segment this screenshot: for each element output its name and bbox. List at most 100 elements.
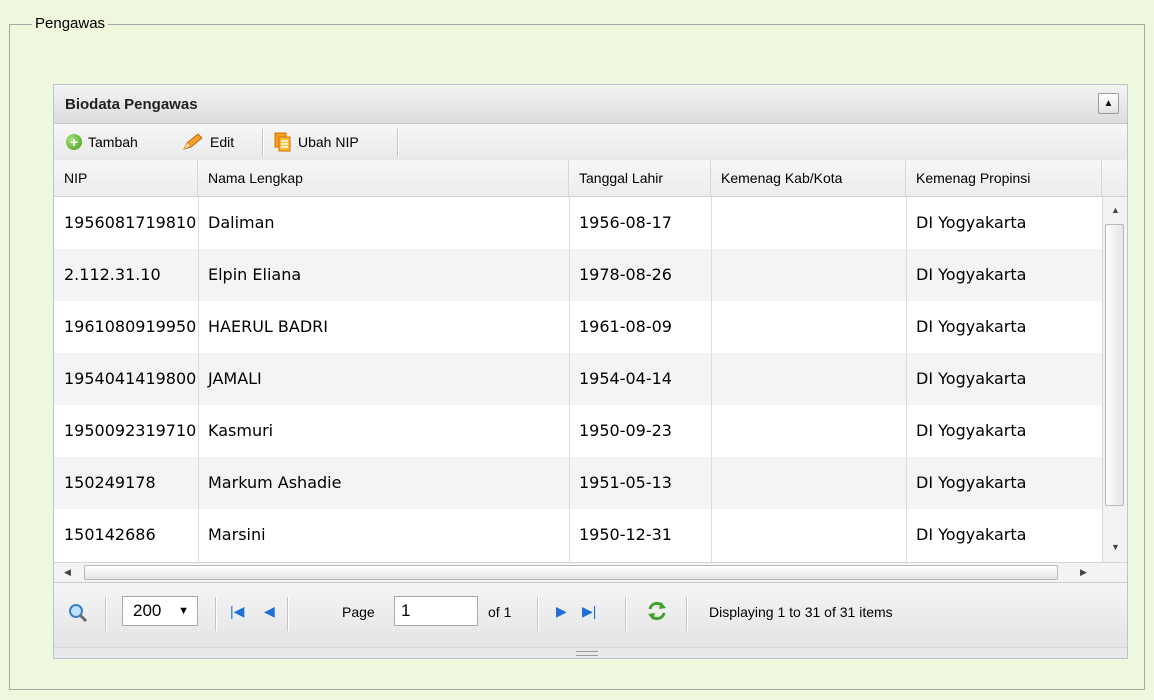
add-button[interactable]: + Tambah	[66, 124, 138, 160]
column-divider	[569, 197, 570, 562]
cell-nip: 150142686	[64, 525, 156, 544]
pager-divider	[537, 597, 538, 631]
page-number-value: 1	[401, 601, 411, 620]
pager-divider	[105, 597, 106, 631]
panel-header: Biodata Pengawas ▲	[54, 85, 1127, 124]
add-button-label: Tambah	[88, 134, 138, 150]
toolbar-divider	[262, 129, 263, 157]
cell-tanggal-lahir: 1956-08-17	[579, 213, 672, 232]
cell-tanggal-lahir: 1950-09-23	[579, 421, 672, 440]
cell-nama: JAMALI	[208, 369, 262, 388]
cell-kemenag-kab	[711, 197, 906, 249]
cell-nip: 1954041419800	[64, 369, 197, 388]
cell-kemenag-prop: DI Yogyakarta	[916, 369, 1027, 388]
previous-page-icon[interactable]: ◀	[264, 603, 275, 620]
page-number-input[interactable]: 1	[394, 596, 478, 626]
column-header-kemenag-kab[interactable]: Kemenag Kab/Kota	[711, 160, 906, 196]
scroll-up-icon[interactable]: ▲	[1111, 205, 1120, 215]
cell-kemenag-prop: DI Yogyakarta	[916, 265, 1027, 284]
grid-body: 1956081719810 Daliman 1956-08-17 DI Yogy…	[54, 197, 1102, 562]
cell-nip: 1950092319710	[64, 421, 197, 440]
column-header-nama[interactable]: Nama Lengkap	[198, 160, 569, 196]
cell-kemenag-kab	[711, 301, 906, 353]
column-divider	[906, 197, 907, 562]
resize-grip-icon	[576, 651, 598, 656]
cell-kemenag-prop: DI Yogyakarta	[916, 421, 1027, 440]
chevron-down-icon: ▼	[178, 605, 189, 617]
column-divider	[711, 197, 712, 562]
scroll-right-icon[interactable]: ▶	[1080, 567, 1087, 578]
page-total-label: of 1	[488, 604, 512, 620]
toolbar-divider	[397, 129, 398, 157]
first-page-icon[interactable]: |◀	[230, 603, 244, 620]
next-page-icon[interactable]: ▶	[556, 603, 567, 620]
cell-tanggal-lahir: 1950-12-31	[579, 525, 672, 544]
pager-divider	[287, 597, 288, 631]
cell-nama: Daliman	[208, 213, 275, 232]
cell-kemenag-kab	[711, 509, 906, 561]
pager-divider	[625, 597, 626, 631]
cell-nama: Marsini	[208, 525, 266, 544]
triangle-up-icon: ▲	[1103, 98, 1114, 109]
cell-tanggal-lahir: 1978-08-26	[579, 265, 672, 284]
refresh-icon[interactable]	[646, 600, 668, 622]
page-size-select[interactable]: 200 ▼	[122, 596, 198, 626]
cell-tanggal-lahir: 1954-04-14	[579, 369, 672, 388]
column-header-kemenag-prop[interactable]: Kemenag Propinsi	[906, 160, 1102, 196]
cell-kemenag-prop: DI Yogyakarta	[916, 525, 1027, 544]
cell-tanggal-lahir: 1961-08-09	[579, 317, 672, 336]
table-row[interactable]: 150249178 Markum Ashadie 1951-05-13 DI Y…	[54, 457, 1102, 509]
cell-kemenag-prop: DI Yogyakarta	[916, 473, 1027, 492]
grid-header: NIP Nama Lengkap Tanggal Lahir Kemenag K…	[54, 160, 1127, 197]
cell-kemenag-kab	[711, 249, 906, 301]
horizontal-scroll-thumb[interactable]	[84, 565, 1058, 580]
display-status: Displaying 1 to 31 of 31 items	[709, 604, 893, 620]
cell-nama: HAERUL BADRI	[208, 317, 328, 336]
cell-kemenag-prop: DI Yogyakarta	[916, 317, 1027, 336]
change-nip-button[interactable]: Ubah NIP	[274, 124, 359, 160]
table-row[interactable]: 2.112.31.10 Elpin Eliana 1978-08-26 DI Y…	[54, 249, 1102, 301]
cell-nama: Markum Ashadie	[208, 473, 342, 492]
cell-kemenag-kab	[711, 405, 906, 457]
cell-kemenag-prop: DI Yogyakarta	[916, 213, 1027, 232]
cell-tanggal-lahir: 1951-05-13	[579, 473, 672, 492]
pagination-toolbar: 200 ▼ |◀ ◀ Page 1 of 1 ▶ ▶| Displaying 1…	[54, 582, 1127, 647]
table-row[interactable]: 1961080919950 HAERUL BADRI 1961-08-09 DI…	[54, 301, 1102, 353]
cell-nama: Kasmuri	[208, 421, 274, 440]
pager-divider	[215, 597, 216, 631]
column-divider	[198, 197, 199, 562]
vertical-scroll-thumb[interactable]	[1105, 224, 1124, 506]
page-label: Page	[342, 604, 375, 620]
cell-kemenag-kab	[711, 353, 906, 405]
horizontal-scrollbar[interactable]: ◀ ▶	[54, 562, 1102, 582]
cell-nama: Elpin Eliana	[208, 265, 302, 284]
cell-kemenag-kab	[711, 457, 906, 509]
column-header-tanggal-lahir[interactable]: Tanggal Lahir	[569, 160, 711, 196]
panel-title: Biodata Pengawas	[65, 96, 198, 113]
cell-nip: 150249178	[64, 473, 156, 492]
toolbar: + Tambah Edit Ubah NIP	[54, 124, 1127, 161]
cell-nip: 1961080919950	[64, 317, 197, 336]
vertical-scrollbar[interactable]: ▲ ▼	[1102, 197, 1127, 562]
table-row[interactable]: 150142686 Marsini 1950-12-31 DI Yogyakar…	[54, 509, 1102, 561]
collapse-button[interactable]: ▲	[1098, 93, 1119, 114]
table-row[interactable]: 1954041419800 JAMALI 1954-04-14 DI Yogya…	[54, 353, 1102, 405]
search-icon[interactable]	[68, 603, 88, 623]
edit-button-label: Edit	[210, 134, 235, 150]
table-row[interactable]: 1956081719810 Daliman 1956-08-17 DI Yogy…	[54, 197, 1102, 249]
table-row[interactable]: 1950092319710 Kasmuri 1950-09-23 DI Yogy…	[54, 405, 1102, 457]
pencil-icon	[183, 133, 203, 150]
column-header-nip[interactable]: NIP	[54, 160, 198, 196]
last-page-icon[interactable]: ▶|	[582, 603, 596, 620]
resize-handle[interactable]	[54, 647, 1127, 658]
pager-divider	[686, 597, 687, 631]
page-size-value: 200	[133, 601, 162, 620]
edit-button[interactable]: Edit	[182, 124, 234, 160]
scrollbar-corner	[1102, 562, 1127, 582]
cell-nip: 1956081719810	[64, 213, 197, 232]
scroll-down-icon[interactable]: ▼	[1111, 542, 1120, 552]
add-icon: +	[66, 134, 82, 150]
fieldset-legend: Pengawas	[32, 15, 109, 32]
scroll-left-icon[interactable]: ◀	[64, 567, 71, 578]
document-icon	[274, 132, 291, 152]
